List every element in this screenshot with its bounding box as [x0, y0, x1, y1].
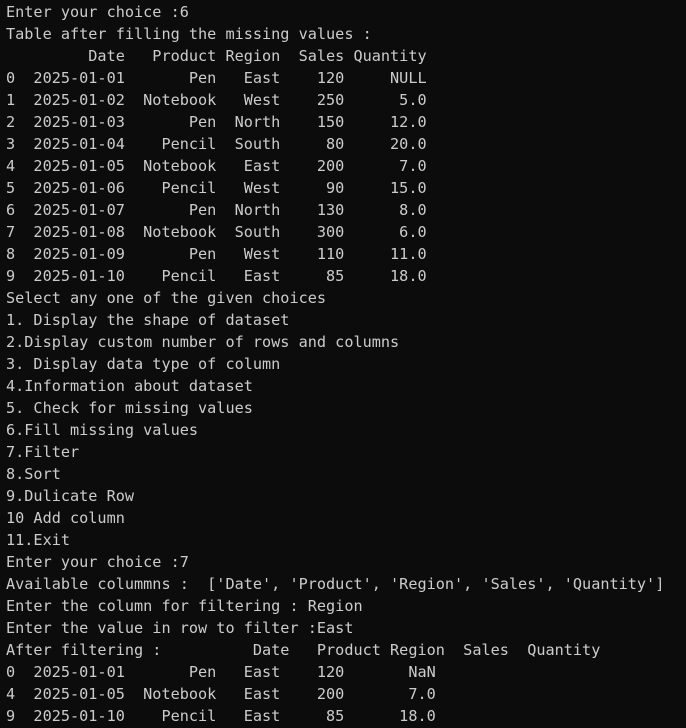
filtered-table-row: 9 2025-01-10 Pencil East 85 18.0 — [6, 707, 436, 725]
table-row: 6 2025-01-07 Pen North 130 8.0 — [6, 201, 427, 219]
table-row: 8 2025-01-09 Pen West 110 11.0 — [6, 245, 427, 263]
table-row: 0 2025-01-01 Pen East 120 NULL — [6, 69, 427, 87]
menu-option: 10 Add column — [6, 509, 125, 527]
table-row: 9 2025-01-10 Pencil East 85 18.0 — [6, 267, 427, 285]
menu-option: 5. Check for missing values — [6, 399, 253, 417]
filtered-table-row: 0 2025-01-01 Pen East 120 NaN — [6, 663, 436, 681]
table-row: 5 2025-01-06 Pencil West 90 15.0 — [6, 179, 427, 197]
prompt-line: Enter your choice :6 — [6, 3, 189, 21]
table-header: Date Product Region Sales Quantity — [6, 47, 427, 65]
table-row: 7 2025-01-08 Notebook South 300 6.0 — [6, 223, 427, 241]
prompt-line: Enter your choice :7 — [6, 553, 189, 571]
menu-option: 4.Information about dataset — [6, 377, 253, 395]
menu-option: 11.Exit — [6, 531, 71, 549]
filtered-table-header: After filtering : Date Product Region Sa… — [6, 641, 601, 659]
menu-option: 9.Dulicate Row — [6, 487, 135, 505]
output-heading: Table after filling the missing values : — [6, 25, 372, 43]
menu-heading: Select any one of the given choices — [6, 289, 327, 307]
table-row: 1 2025-01-02 Notebook West 250 5.0 — [6, 91, 427, 109]
menu-option: 3. Display data type of column — [6, 355, 281, 373]
menu-option: 7.Filter — [6, 443, 80, 461]
terminal-window[interactable]: Enter your choice :6 Table after filling… — [0, 0, 686, 728]
table-row: 3 2025-01-04 Pencil South 80 20.0 — [6, 135, 427, 153]
available-columns-line: Available colummns : ['Date', 'Product',… — [6, 575, 665, 593]
menu-option: 8.Sort — [6, 465, 61, 483]
menu-option: 6.Fill missing values — [6, 421, 199, 439]
table-row: 2 2025-01-03 Pen North 150 12.0 — [6, 113, 427, 131]
filter-value-prompt: Enter the value in row to filter :East — [6, 619, 354, 637]
filtered-table-row: 4 2025-01-05 Notebook East 200 7.0 — [6, 685, 436, 703]
filter-column-prompt: Enter the column for filtering : Region — [6, 597, 363, 615]
menu-option: 2.Display custom number of rows and colu… — [6, 333, 400, 351]
menu-option: 1. Display the shape of dataset — [6, 311, 290, 329]
table-row: 4 2025-01-05 Notebook East 200 7.0 — [6, 157, 427, 175]
